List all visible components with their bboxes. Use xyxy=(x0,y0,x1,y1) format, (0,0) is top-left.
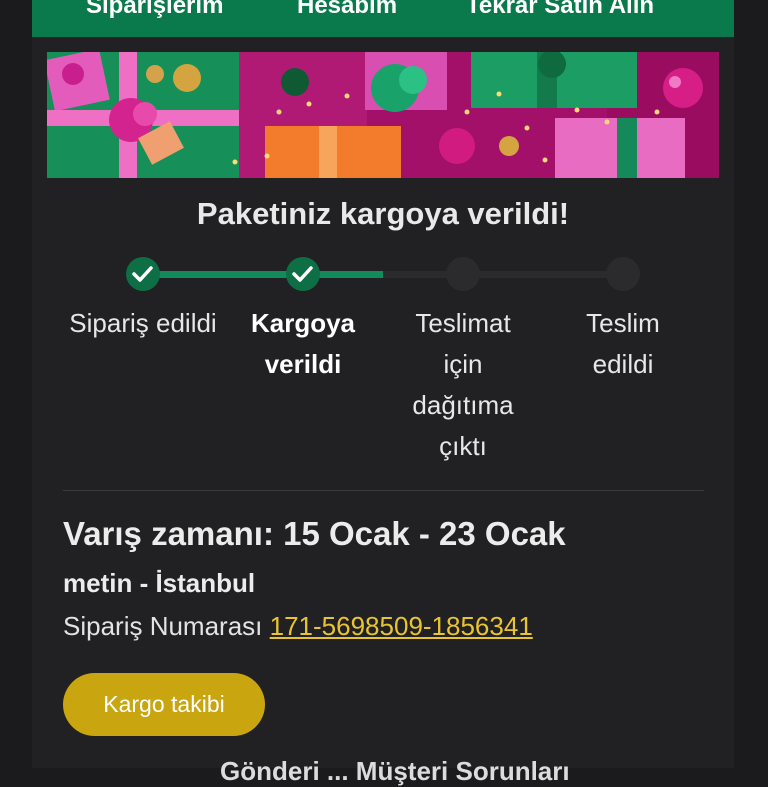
order-number-link[interactable]: 171-5698509-1856341 xyxy=(270,611,533,641)
order-number-line: Sipariş Numarası 171-5698509-1856341 xyxy=(63,611,533,642)
progress-fill xyxy=(143,271,383,278)
step-3-dot xyxy=(446,257,480,291)
nav-orders-link[interactable]: Siparişlerim xyxy=(86,0,223,20)
shipment-progress-tracker xyxy=(32,255,734,295)
step-4-dot xyxy=(606,257,640,291)
nav-account-link[interactable]: Hesabım xyxy=(297,0,397,20)
step-label-delivered: Teslim edildi xyxy=(586,308,660,379)
track-package-button[interactable]: Kargo takibi xyxy=(63,673,265,736)
footer-links-partial[interactable]: Gönderi ... Müşteri Sorunları xyxy=(220,756,570,787)
step-2-dot xyxy=(286,257,320,291)
order-number-label: Sipariş Numarası xyxy=(63,611,263,641)
divider xyxy=(63,490,704,491)
holiday-gifts-banner xyxy=(47,52,719,178)
nav-buy-again-link[interactable]: Tekrar Satın Alın xyxy=(466,0,654,20)
top-navigation: Siparişlerim Hesabım Tekrar Satın Alın xyxy=(32,0,734,37)
step-label-out-for-delivery: Teslimat için dağıtıma çıktı xyxy=(412,308,514,461)
recipient-city: metin - İstanbul xyxy=(63,568,256,598)
step-label-ordered: Sipariş edildi xyxy=(69,308,217,338)
step-label-shipped: Kargoya verildi xyxy=(250,308,356,379)
arrival-window: Varış zamanı: 15 Ocak - 23 Ocak xyxy=(63,515,566,552)
shipment-headline: Paketiniz kargoya verildi! xyxy=(196,196,570,231)
step-1-dot xyxy=(126,257,160,291)
